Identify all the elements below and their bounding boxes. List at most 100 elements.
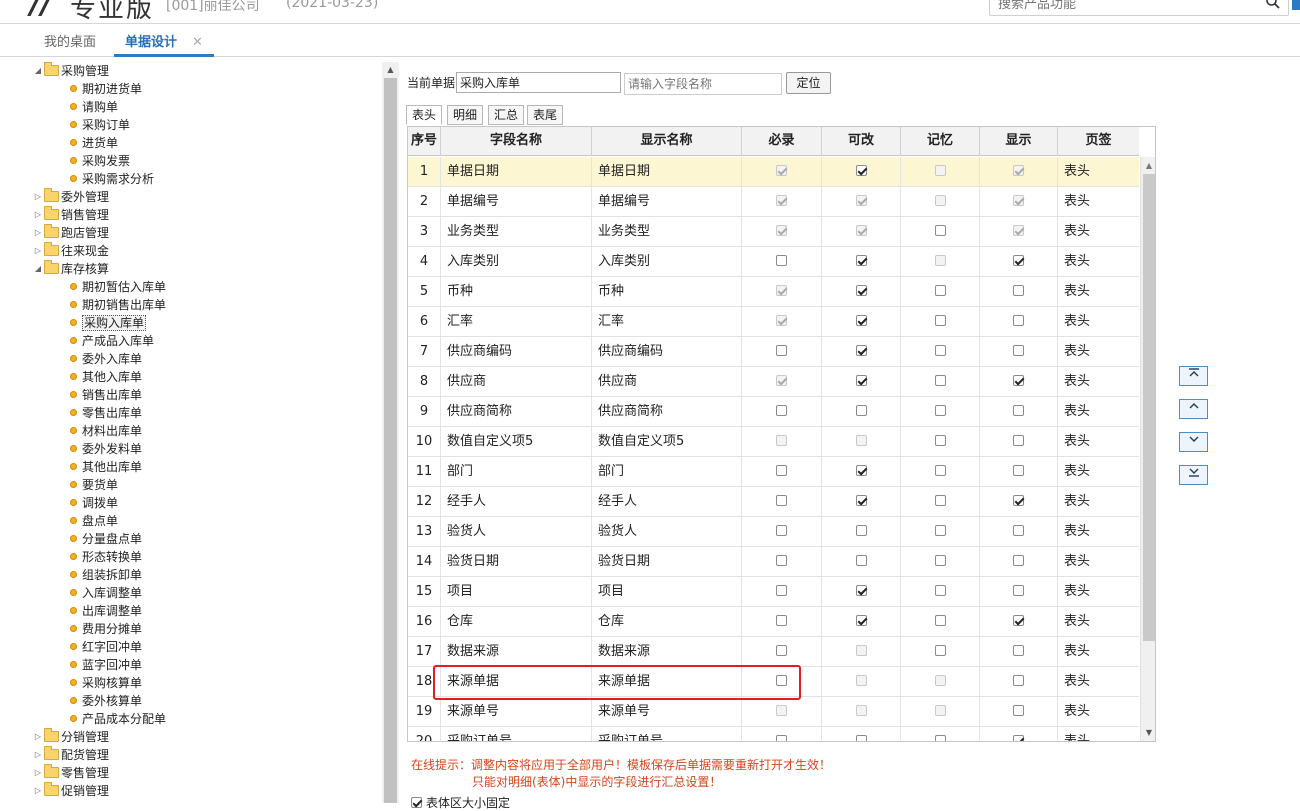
visible-checkbox[interactable] [1013, 495, 1024, 506]
required-checkbox[interactable] [776, 645, 787, 656]
editable-checkbox[interactable] [855, 345, 867, 356]
required-checkbox[interactable] [776, 495, 787, 506]
table-row[interactable]: 14 验货日期 验货日期 表头 [408, 547, 1139, 577]
tree-item[interactable]: 产品成本分配单 [70, 710, 166, 728]
editable-checkbox[interactable] [855, 255, 867, 266]
required-checkbox[interactable] [776, 735, 787, 741]
required-checkbox[interactable] [776, 345, 787, 356]
subtab-detail[interactable]: 明细 [447, 105, 483, 125]
editable-checkbox[interactable] [855, 585, 867, 596]
memory-checkbox[interactable] [934, 555, 946, 566]
table-row[interactable]: 17 数据来源 数据来源 表头 [408, 637, 1139, 667]
tab-my-desktop[interactable]: 我的桌面 [44, 33, 96, 57]
required-checkbox[interactable] [776, 465, 787, 476]
memory-checkbox[interactable] [934, 225, 946, 236]
table-row[interactable]: 7 供应商编码 供应商编码 表头 [408, 337, 1139, 367]
tree-item[interactable]: 分量盘点单 [70, 530, 142, 548]
tree-scrollbar[interactable]: ▲ [382, 62, 399, 803]
memory-checkbox[interactable] [934, 435, 946, 446]
editable-checkbox[interactable] [855, 285, 867, 296]
expand-arrow-icon[interactable]: ▷ [32, 242, 44, 260]
tree-folder[interactable]: ▷ 跑店管理 [32, 224, 109, 242]
table-row[interactable]: 20采购订单号采购订单号表头 [408, 727, 1139, 741]
tree-item[interactable]: 调拨单 [70, 494, 118, 512]
tree-folder[interactable]: ▷ 零售管理 [32, 764, 109, 782]
tree-item[interactable]: 采购入库单 [70, 314, 147, 332]
table-row[interactable]: 16 仓库 仓库 表头 [408, 607, 1139, 637]
scroll-up-arrow-icon[interactable]: ▲ [382, 62, 399, 78]
collapse-arrow-icon[interactable]: ◢ [32, 62, 44, 80]
tree-item[interactable]: 采购核算单 [70, 674, 142, 692]
tree-item[interactable]: 期初进货单 [70, 80, 142, 98]
scroll-down-arrow-icon[interactable]: ▼ [1141, 724, 1155, 741]
tree-folder[interactable]: ▷ 销售管理 [32, 206, 109, 224]
move-up-button[interactable] [1179, 399, 1208, 419]
search-box[interactable] [989, 0, 1289, 16]
required-checkbox[interactable] [776, 255, 787, 266]
tree-item[interactable]: 蓝字回冲单 [70, 656, 142, 674]
visible-checkbox[interactable] [1013, 285, 1024, 296]
expand-arrow-icon[interactable]: ▷ [32, 746, 44, 764]
locate-button[interactable]: 定位 [786, 72, 831, 94]
required-checkbox[interactable] [776, 585, 787, 596]
tree-item[interactable]: 其他入库单 [70, 368, 142, 386]
visible-checkbox[interactable] [1013, 345, 1024, 356]
table-row[interactable]: 1 单据日期 单据日期 表头 [408, 157, 1139, 187]
memory-checkbox[interactable] [934, 465, 946, 476]
tree-item[interactable]: 出库调整单 [70, 602, 142, 620]
visible-checkbox[interactable] [1013, 735, 1024, 741]
grid-scroll-thumb[interactable] [1143, 174, 1155, 641]
required-checkbox[interactable] [776, 555, 787, 566]
expand-arrow-icon[interactable]: ▷ [32, 764, 44, 782]
visible-checkbox[interactable] [1013, 405, 1024, 416]
tree-item[interactable]: 请购单 [70, 98, 118, 116]
memory-checkbox[interactable] [934, 585, 946, 596]
editable-checkbox[interactable] [855, 405, 867, 416]
editable-checkbox[interactable] [855, 555, 867, 566]
visible-checkbox[interactable] [1013, 465, 1024, 476]
table-row[interactable]: 4 入库类别 入库类别 表头 [408, 247, 1139, 277]
tree-item[interactable]: 采购发票 [70, 152, 130, 170]
table-row[interactable]: 12 经手人 经手人 表头 [408, 487, 1139, 517]
editable-checkbox[interactable] [855, 615, 867, 626]
scroll-up-arrow-icon[interactable]: ▲ [1141, 157, 1155, 174]
expand-arrow-icon[interactable]: ▷ [32, 782, 44, 800]
tree-item[interactable]: 委外核算单 [70, 692, 142, 710]
table-row[interactable]: 19 来源单号 来源单号 表头 [408, 697, 1139, 727]
subtab-summary[interactable]: 汇总 [488, 105, 524, 125]
table-row[interactable]: 13 验货人 验货人 表头 [408, 517, 1139, 547]
editable-checkbox[interactable] [855, 165, 867, 176]
visible-checkbox[interactable] [1013, 645, 1024, 656]
tree-item[interactable]: 期初暂估入库单 [70, 278, 166, 296]
memory-checkbox[interactable] [934, 645, 946, 656]
required-checkbox[interactable] [776, 615, 787, 626]
visible-checkbox[interactable] [1013, 525, 1024, 536]
table-row[interactable]: 6 汇率 汇率 表头 [408, 307, 1139, 337]
visible-checkbox[interactable] [1013, 375, 1024, 386]
current-document-input[interactable] [456, 72, 621, 93]
visible-checkbox[interactable] [1013, 255, 1024, 266]
editable-checkbox[interactable] [855, 465, 867, 476]
memory-checkbox[interactable] [934, 615, 946, 626]
memory-checkbox[interactable] [934, 345, 946, 356]
tree-item[interactable]: 材料出库单 [70, 422, 142, 440]
visible-checkbox[interactable] [1013, 615, 1024, 626]
visible-checkbox[interactable] [1013, 435, 1024, 446]
subtab-header[interactable]: 表头 [406, 105, 442, 125]
table-row[interactable]: 5 币种 币种 表头 [408, 277, 1139, 307]
table-row[interactable]: 10 数值自定义项5 数值自定义项5 表头 [408, 427, 1139, 457]
memory-checkbox[interactable] [934, 495, 946, 506]
move-to-bottom-button[interactable] [1179, 465, 1208, 485]
required-checkbox[interactable] [776, 405, 787, 416]
header-corner-button[interactable] [1292, 0, 1300, 10]
tree-scroll-thumb[interactable] [384, 78, 397, 803]
visible-checkbox[interactable] [1013, 585, 1024, 596]
tree-item[interactable]: 销售出库单 [70, 386, 142, 404]
subtab-footer[interactable]: 表尾 [527, 105, 563, 125]
move-down-button[interactable] [1179, 432, 1208, 452]
tree-item[interactable]: 红字回冲单 [70, 638, 142, 656]
table-row[interactable]: 2 单据编号 单据编号 表头 [408, 187, 1139, 217]
expand-arrow-icon[interactable]: ▷ [32, 728, 44, 746]
tree-item[interactable]: 产成品入库单 [70, 332, 154, 350]
tree-item[interactable]: 采购需求分析 [70, 170, 154, 188]
